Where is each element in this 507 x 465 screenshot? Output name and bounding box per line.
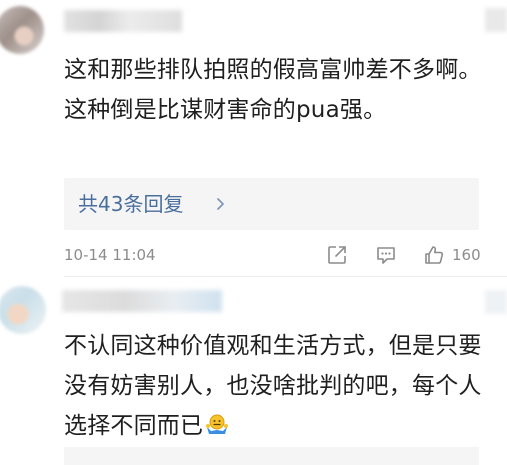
comment-item-2: 不认同这种价值观和生活方式，但是只要没有妨害别人，也没啥批判的吧，每个人选择不同…: [0, 0, 507, 465]
username-blurred[interactable]: [62, 290, 222, 312]
avatar[interactable]: [0, 286, 46, 334]
shrug-emoji-icon: [205, 409, 229, 449]
comment-text: 不认同这种价值观和生活方式，但是只要没有妨害别人，也没啥批判的吧，每个人选择不同…: [64, 326, 484, 449]
comment-text-body: 不认同这种价值观和生活方式，但是只要没有妨害别人，也没啥批判的吧，每个人选择不同…: [64, 333, 482, 439]
more-options-icon[interactable]: [485, 290, 507, 314]
view-replies-button[interactable]: [64, 447, 479, 465]
